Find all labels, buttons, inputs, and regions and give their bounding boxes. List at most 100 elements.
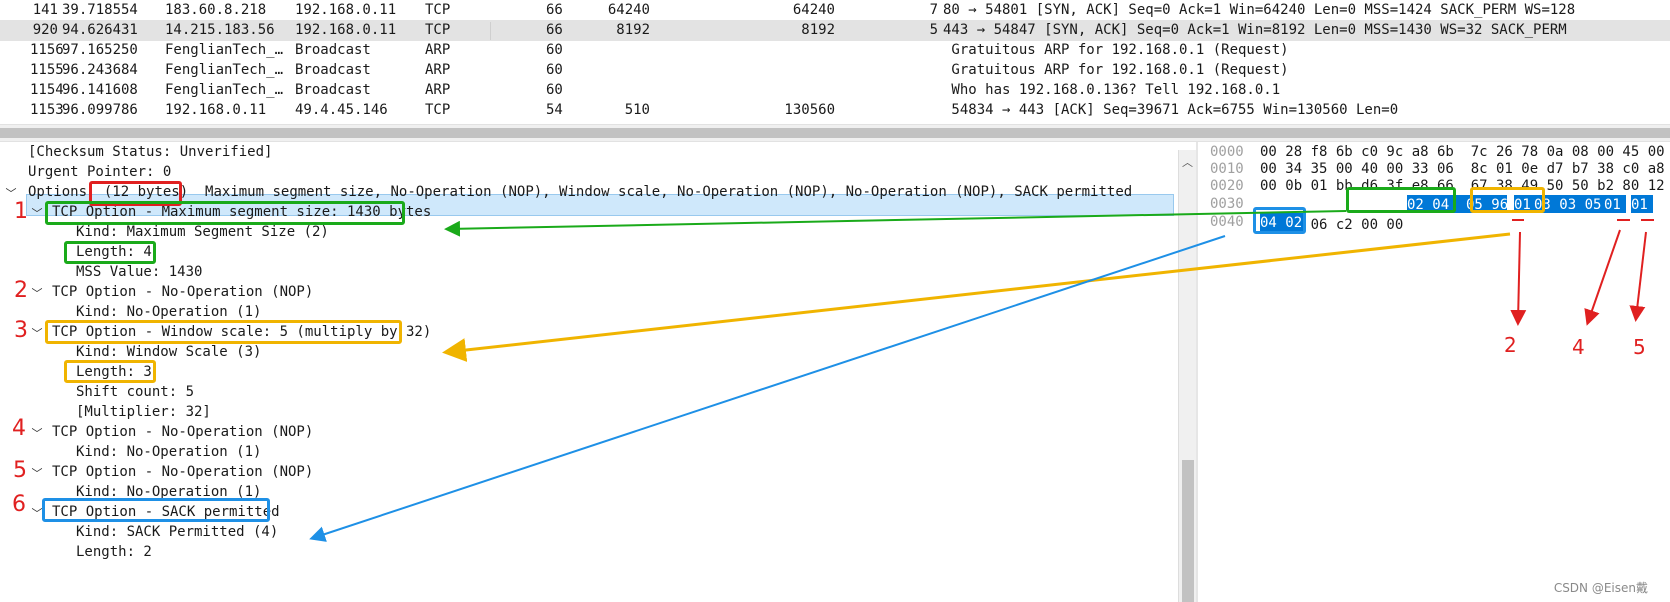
hex-offset: 0040 <box>1210 214 1244 230</box>
packet-time: 97.165250 <box>62 42 138 58</box>
packet-col-b: 130560 <box>784 102 835 118</box>
packet-destination: 192.168.0.11 <box>295 22 397 38</box>
packet-row[interactable]: 1154 96.141608 FenglianTech_… Broadcast … <box>0 80 1670 101</box>
ws-length-annotation-box <box>64 360 156 383</box>
packet-protocol: TCP <box>425 2 451 18</box>
packet-row-selected[interactable]: 920 94.626431 14.215.183.56 192.168.0.11… <box>0 20 1670 41</box>
packet-row[interactable]: 141 39.718554 183.60.8.218 192.168.0.11 … <box>0 0 1670 21</box>
packet-info: Who has 192.168.0.136? Tell 192.168.0.1 <box>943 82 1281 98</box>
packet-col-a: 8192 <box>616 22 650 38</box>
packet-row[interactable]: 1156 97.165250 FenglianTech_… Broadcast … <box>0 40 1670 61</box>
packet-time: 96.243684 <box>62 62 138 78</box>
chevron-down-icon[interactable]: ﹀ <box>30 287 44 301</box>
packet-protocol: ARP <box>425 42 451 58</box>
chevron-down-icon[interactable]: ﹀ <box>30 427 44 441</box>
packet-time: 96.099786 <box>62 102 138 118</box>
packet-source: FenglianTech_… <box>165 42 284 58</box>
packet-no: 1153 <box>30 102 64 118</box>
scrollbar-thumb[interactable] <box>1182 460 1194 602</box>
packet-col-b: 64240 <box>792 2 835 18</box>
hex-row[interactable]: 20 00 06 c2 00 00 02 04 05 96 01 03 03 0… <box>1260 194 1670 233</box>
options-label: Options <box>28 184 88 200</box>
packet-destination: 49.4.45.146 <box>295 102 388 118</box>
option-nop-row[interactable]: TCP Option - No-Operation (NOP) <box>52 422 313 443</box>
sack-kind-row[interactable]: Kind: SACK Permitted (4) <box>76 522 278 543</box>
annotation-number: 6 <box>12 492 26 517</box>
packet-list-hscrollbar[interactable] <box>0 124 1670 142</box>
hex-bytes-nop-selected[interactable]: 01 <box>1631 195 1653 213</box>
packet-length: 54 <box>546 102 563 118</box>
packet-time: 96.141608 <box>62 82 138 98</box>
hex-bytes-nop-selected[interactable]: 01 <box>1604 195 1626 213</box>
packet-protocol: TCP <box>425 102 451 118</box>
options-row[interactable]: Options (12 bytes) Maximum segment size,… <box>28 182 1132 203</box>
packet-destination: Broadcast <box>295 82 371 98</box>
hex-sack-annotation-box <box>1253 207 1306 234</box>
packet-source: 192.168.0.11 <box>165 102 267 118</box>
ws-shift-row[interactable]: Shift count: 5 <box>76 382 194 403</box>
details-vscrollbar[interactable]: ︿ <box>1178 150 1197 602</box>
packet-no: 1156 <box>30 42 64 58</box>
option-nop-row[interactable]: TCP Option - No-Operation (NOP) <box>52 462 313 483</box>
packet-source: 14.215.183.56 <box>165 22 275 38</box>
option-nop-row[interactable]: TCP Option - No-Operation (NOP) <box>52 282 313 303</box>
packet-time: 39.718554 <box>62 2 138 18</box>
packet-info: Gratuitous ARP for 192.168.0.1 (Request) <box>943 62 1289 78</box>
watermark: CSDN @Eisen戴 <box>1553 581 1648 595</box>
checksum-status-row[interactable]: [Checksum Status: Unverified] <box>28 142 272 163</box>
chevron-down-icon[interactable]: ﹀ <box>30 207 44 221</box>
hex-ws-annotation-box <box>1470 187 1545 213</box>
hex-mss-annotation-box <box>1346 187 1456 213</box>
packet-source: 183.60.8.218 <box>165 2 267 18</box>
packet-info: Gratuitous ARP for 192.168.0.1 (Request) <box>943 42 1289 58</box>
urgent-pointer-row[interactable]: Urgent Pointer: 0 <box>28 162 171 183</box>
chevron-down-icon[interactable]: ﹀ <box>30 327 44 341</box>
nop-kind-row[interactable]: Kind: No-Operation (1) <box>76 442 261 463</box>
packet-destination: Broadcast <box>295 62 371 78</box>
ws-annotation-box <box>45 320 402 344</box>
packet-col-c: 7 <box>929 2 938 18</box>
annotation-number: 2 <box>14 278 28 303</box>
column-separator[interactable] <box>490 22 491 40</box>
packet-length: 66 <box>546 22 563 38</box>
chevron-up-icon[interactable]: ︿ <box>1182 154 1193 170</box>
chevron-down-icon[interactable]: ﹀ <box>30 467 44 481</box>
packet-length: 60 <box>546 62 563 78</box>
packet-info: 54834 → 443 [ACK] Seq=39671 Ack=6755 Win… <box>943 102 1399 118</box>
packet-no: 1154 <box>30 82 64 98</box>
mss-annotation-box <box>45 201 405 225</box>
packet-no: 1155 <box>30 62 64 78</box>
packet-protocol: ARP <box>425 62 451 78</box>
annotation-number: 4 <box>12 416 26 441</box>
packet-time: 94.626431 <box>62 22 138 38</box>
packet-protocol: TCP <box>425 22 451 38</box>
packet-info: 443 → 54847 [SYN, ACK] Seq=0 Ack=1 Win=8… <box>943 22 1567 38</box>
ws-multiplier-row[interactable]: [Multiplier: 32] <box>76 402 211 423</box>
packet-length: 60 <box>546 42 563 58</box>
mss-value-row[interactable]: MSS Value: 1430 <box>76 262 202 283</box>
packet-no: 141 <box>32 2 58 18</box>
mss-kind-row[interactable]: Kind: Maximum Segment Size (2) <box>76 222 329 243</box>
annotation-number: 3 <box>14 318 28 343</box>
packet-info: 80 → 54801 [SYN, ACK] Seq=0 Ack=1 Win=64… <box>943 2 1576 18</box>
annotation-number: 2 <box>1504 333 1517 357</box>
packet-row[interactable]: 1155 96.243684 FenglianTech_… Broadcast … <box>0 60 1670 81</box>
packet-col-b: 8192 <box>801 22 835 38</box>
packet-length: 60 <box>546 82 563 98</box>
mss-length-annotation-box <box>64 241 156 264</box>
packet-list[interactable]: 141 39.718554 183.60.8.218 192.168.0.11 … <box>0 0 1670 124</box>
packet-source: FenglianTech_… <box>165 82 284 98</box>
annotation-number: 4 <box>1572 335 1585 359</box>
packet-source: FenglianTech_… <box>165 62 284 78</box>
annotation-number: 1 <box>14 199 28 224</box>
packet-protocol: ARP <box>425 82 451 98</box>
packet-col-c: 5 <box>929 22 938 38</box>
options-summary: Maximum segment size, No-Operation (NOP)… <box>205 184 1133 200</box>
annotation-number: 5 <box>1633 335 1646 359</box>
packet-destination: 192.168.0.11 <box>295 2 397 18</box>
packet-destination: Broadcast <box>295 42 371 58</box>
packet-length: 66 <box>546 2 563 18</box>
packet-row[interactable]: 1153 96.099786 192.168.0.11 49.4.45.146 … <box>0 100 1670 121</box>
scrollbar-thumb[interactable] <box>0 128 1670 138</box>
sack-length-row[interactable]: Length: 2 <box>76 542 152 563</box>
